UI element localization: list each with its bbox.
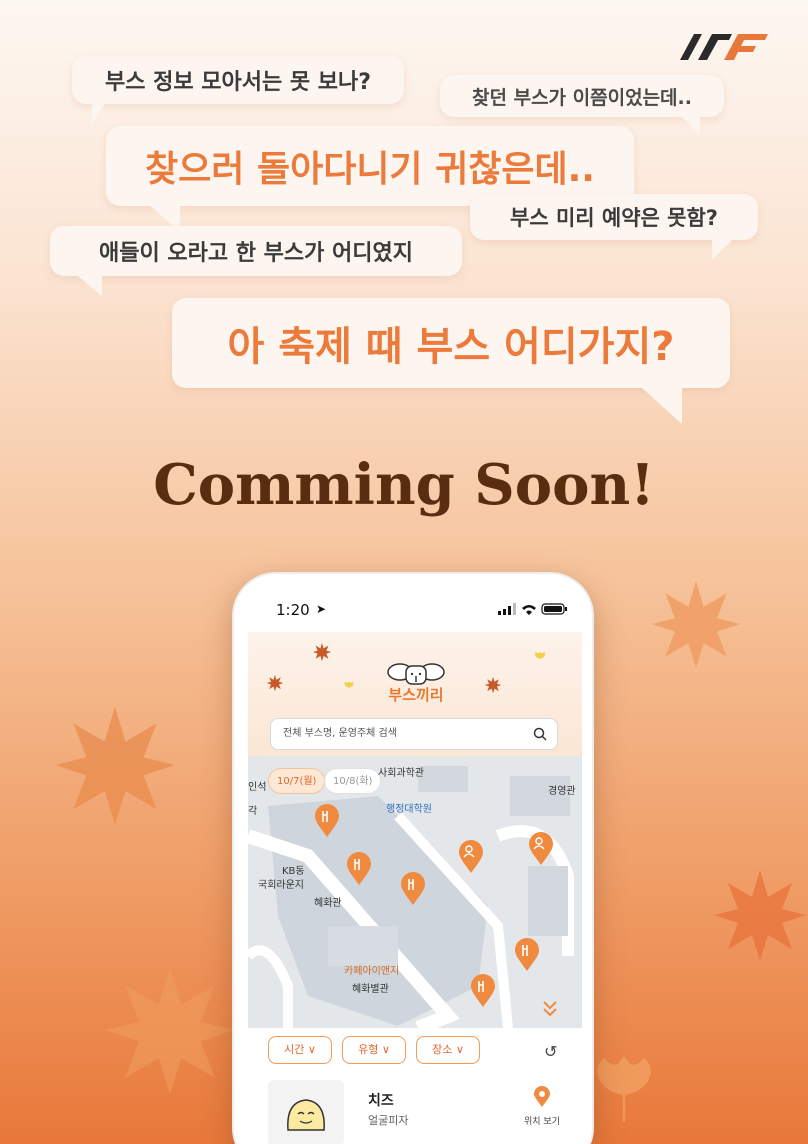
map-label: 사회과학관 [378, 768, 424, 779]
phone-mockup: 1:20 ➤ 부스끼리 전체 부스명, 운영주체 검색 10/7(월) 10/8… [232, 572, 594, 1144]
map-label: 인석 [248, 782, 267, 793]
food-pin-icon[interactable] [470, 974, 496, 1008]
bubble-tail [682, 117, 700, 135]
app-header: 부스끼리 전체 부스명, 운영주체 검색 [248, 632, 582, 758]
bubble-text: 애들이 오라고 한 부스가 어디였지 [99, 241, 413, 266]
maple-leaf-icon [266, 674, 284, 692]
maple-leaf-icon [714, 870, 806, 961]
date-tab-selected[interactable]: 10/7(월) [268, 768, 326, 794]
location-pin-icon [534, 1086, 550, 1107]
maple-leaf-icon [312, 643, 332, 662]
maple-leaf-icon [55, 706, 175, 825]
map-label: 혜화관 [314, 898, 342, 909]
food-pin-icon[interactable] [400, 872, 426, 906]
ginkgo-leaf-icon [597, 1055, 651, 1122]
food-pin-icon[interactable] [514, 938, 540, 972]
people-pin-icon[interactable] [528, 832, 554, 866]
booth-thumbnail [268, 1080, 344, 1144]
booth-subtitle: 얼굴피자 [368, 1114, 409, 1127]
filter-type-button[interactable]: 유형 ∨ [342, 1036, 406, 1064]
ginkgo-leaf-icon [344, 681, 354, 693]
search-input[interactable]: 전체 부스명, 운영주체 검색 [270, 718, 558, 750]
booth-name: 치즈 [368, 1093, 394, 1109]
phone-screen: 1:20 ➤ 부스끼리 전체 부스명, 운영주체 검색 10/7(월) 10/8… [248, 588, 582, 1144]
filter-label: 시간 [284, 1043, 305, 1056]
filter-bar: 시간 ∨ 유형 ∨ 장소 ∨ ↺ [248, 1028, 582, 1072]
bubble-tail [712, 240, 732, 260]
booth-card[interactable]: 치즈 얼굴피자 위치 보기 [248, 1072, 582, 1144]
app-brand: 부스끼리 [388, 686, 444, 704]
food-pin-icon[interactable] [346, 852, 372, 886]
brand-logo [680, 34, 768, 60]
bubble-text: 찾으러 돌아다니기 귀찮은데.. [145, 149, 595, 190]
search-placeholder: 전체 부스명, 운영주체 검색 [283, 728, 397, 739]
map-label: 행정대학원 [386, 804, 432, 815]
chevron-double-down-icon[interactable] [542, 1000, 558, 1018]
search-icon[interactable] [533, 727, 547, 741]
maple-leaf-icon [484, 676, 502, 694]
campus-map[interactable]: 10/7(월) 10/8(화) 인석 각 사회과학관 행정대학원 경영관 KB동… [248, 756, 582, 1028]
map-label: 각 [248, 806, 258, 817]
filter-place-button[interactable]: 장소 ∨ [416, 1036, 480, 1064]
view-location-button[interactable]: 위치 보기 [520, 1086, 564, 1127]
maple-leaf-icon [651, 580, 741, 669]
status-icons [498, 603, 567, 615]
bubble-text: 부스 미리 예약은 못함? [510, 206, 718, 230]
bubble-tail [642, 388, 682, 424]
speech-bubble-6: 아 축제 때 부스 어디가지? [172, 298, 730, 424]
speech-bubble-2: 찾던 부스가 이쯤이었는데.. [440, 75, 724, 135]
cheese-character-icon [287, 1099, 325, 1131]
map-label: 혜화별관 [352, 984, 389, 995]
map-label: 경영관 [548, 786, 576, 797]
map-label: 국회라운지 [258, 880, 304, 891]
status-time: 1:20 [276, 601, 310, 619]
coming-soon-headline: Comming Soon! [153, 452, 655, 518]
bubble-text: 찾던 부스가 이쯤이었는데.. [472, 86, 692, 109]
status-bar: 1:20 ➤ [248, 588, 582, 632]
map-label: KB동 [282, 866, 305, 877]
filter-time-button[interactable]: 시간 ∨ [268, 1036, 332, 1064]
bubble-tail [78, 276, 102, 296]
refresh-icon[interactable]: ↺ [544, 1042, 557, 1061]
map-label: 카페아이앤지 [344, 966, 400, 977]
food-pin-icon[interactable] [314, 804, 340, 838]
date-tab[interactable]: 10/8(화) [324, 768, 382, 794]
filter-label: 장소 [432, 1043, 453, 1056]
speech-bubble-1: 부스 정보 모아서는 못 보나? [72, 56, 404, 124]
view-location-label: 위치 보기 [524, 1117, 560, 1127]
speech-bubble-5: 애들이 오라고 한 부스가 어디였지 [50, 226, 462, 296]
bubble-text: 부스 정보 모아서는 못 보나? [104, 70, 372, 95]
bubble-text: 아 축제 때 부스 어디가지? [227, 324, 675, 370]
speech-bubble-4: 부스 미리 예약은 못함? [470, 194, 758, 260]
people-pin-icon[interactable] [458, 840, 484, 874]
bubble-tail [92, 102, 106, 124]
maple-leaf-icon [105, 967, 235, 1095]
ginkgo-leaf-icon [534, 651, 546, 665]
location-arrow-icon: ➤ [316, 602, 327, 616]
filter-label: 유형 [358, 1043, 379, 1056]
